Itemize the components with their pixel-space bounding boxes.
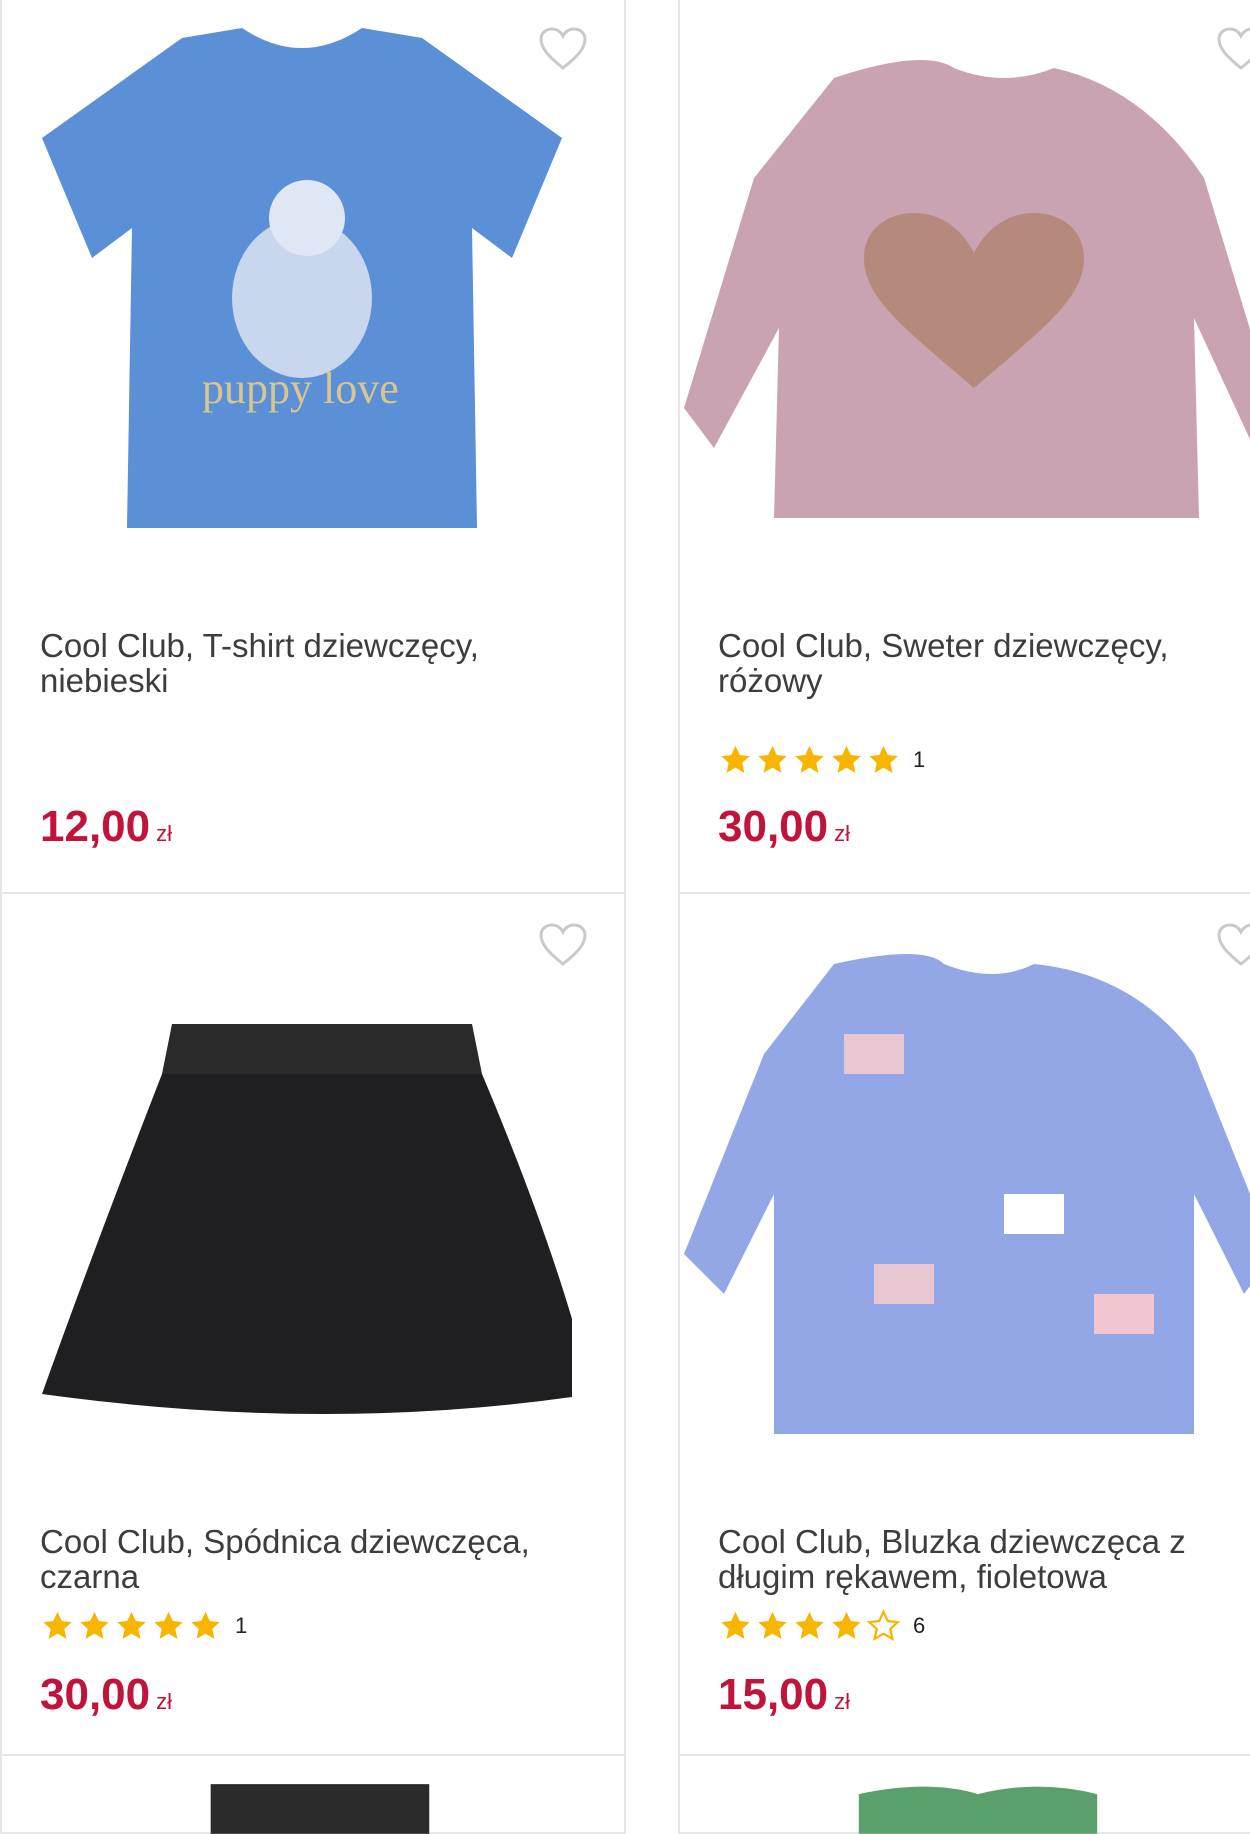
product-card[interactable]: Cool Club, Sweter dziewczęcy, różowy 1 3… — [678, 0, 1250, 894]
star-icon — [869, 745, 898, 773]
star-icon — [154, 1611, 183, 1639]
product-title[interactable]: Cool Club, Spódnica dziewczęca, czarna — [40, 1524, 560, 1594]
product-title[interactable]: Cool Club, Sweter dziewczęcy, różowy — [718, 628, 1238, 698]
star-icon — [832, 745, 861, 773]
product-image[interactable] — [674, 934, 1250, 1454]
star-icon — [117, 1611, 146, 1639]
product-price: 30,00 zł — [718, 802, 850, 851]
product-card[interactable]: Cool Club, Bluzka dziewczęca z długim rę… — [678, 892, 1250, 1758]
product-price: 15,00 zł — [718, 1670, 850, 1719]
star-outline-icon — [866, 1609, 901, 1642]
product-card[interactable] — [678, 1754, 1250, 1834]
product-card[interactable] — [0, 1754, 626, 1834]
star-icon — [758, 745, 787, 773]
product-image[interactable] — [2, 1774, 624, 1834]
star-icon — [832, 1611, 861, 1639]
product-rating: 1 — [718, 743, 925, 777]
product-image[interactable] — [32, 934, 572, 1454]
star-icon — [758, 1611, 787, 1639]
product-price: 30,00 zł — [40, 1670, 172, 1719]
product-price: 12,00 zł — [40, 802, 172, 851]
product-rating: 6 — [718, 1609, 925, 1643]
review-count: 1 — [913, 747, 926, 772]
product-grid: puppy love Cool Club, T-shirt dziewczęcy… — [0, 0, 1250, 1834]
star-icon — [795, 745, 824, 773]
review-count: 6 — [913, 1613, 926, 1638]
star-icon — [80, 1611, 109, 1639]
svg-text:puppy love: puppy love — [202, 364, 399, 413]
review-count: 1 — [235, 1613, 248, 1638]
product-title[interactable]: Cool Club, Bluzka dziewczęca z długim rę… — [718, 1524, 1238, 1594]
product-image[interactable] — [674, 28, 1250, 548]
product-card[interactable]: Cool Club, Spódnica dziewczęca, czarna 1… — [0, 892, 626, 1758]
star-icon — [721, 1611, 750, 1639]
star-icon — [43, 1611, 72, 1639]
product-image[interactable] — [680, 1774, 1250, 1834]
product-image[interactable]: puppy love — [32, 28, 572, 548]
star-icon — [191, 1611, 220, 1639]
star-icon — [721, 745, 750, 773]
product-card[interactable]: puppy love Cool Club, T-shirt dziewczęcy… — [0, 0, 626, 894]
product-rating: 1 — [40, 1609, 247, 1643]
product-title[interactable]: Cool Club, T-shirt dziewczęcy, niebieski — [40, 628, 560, 698]
star-icon — [795, 1611, 824, 1639]
